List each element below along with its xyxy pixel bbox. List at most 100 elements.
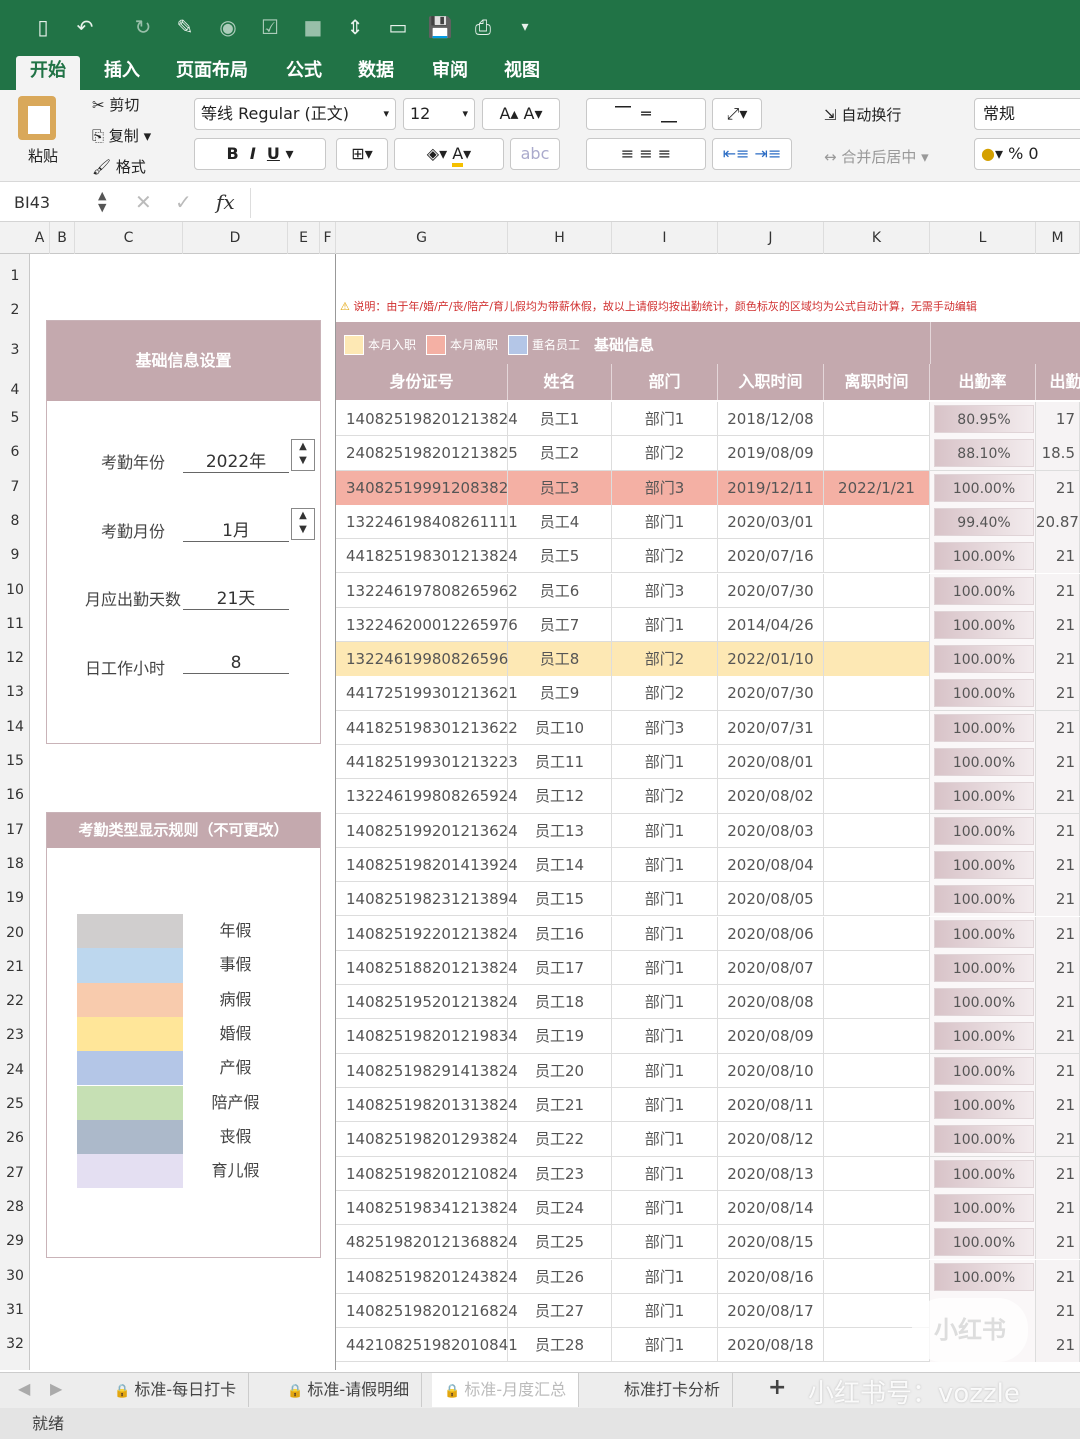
table-row[interactable]: 140825198291413824员工20部门12020/08/10100.0… xyxy=(336,1054,1080,1088)
attendance-rate-cell[interactable]: 99.40% xyxy=(934,508,1034,536)
id-cell[interactable]: 132246197808265962 xyxy=(336,574,508,608)
merge-center-button[interactable]: ↔ 合并后居中 ▾ xyxy=(824,146,929,167)
attendance-rate-cell[interactable]: 100.00% xyxy=(934,1160,1034,1188)
row-header[interactable]: 7 xyxy=(0,479,30,495)
box-icon[interactable]: ■ xyxy=(300,14,326,40)
id-cell[interactable]: 240825198201213825 xyxy=(336,436,508,470)
row-header[interactable]: 10 xyxy=(0,582,30,598)
row-header[interactable]: 32 xyxy=(0,1336,30,1352)
row-header[interactable]: 27 xyxy=(0,1165,30,1181)
id-cell[interactable]: 140825198201413924 xyxy=(336,848,508,882)
attendance-rate-cell[interactable]: 100.00% xyxy=(934,474,1034,502)
name-cell[interactable]: 员工21 xyxy=(508,1088,612,1122)
name-cell[interactable]: 员工11 xyxy=(508,745,612,779)
sheet-tab[interactable]: 🔒 标准-月度汇总 xyxy=(432,1373,579,1407)
ribbon-tab[interactable]: 插入 xyxy=(90,56,154,90)
font-grow-shrink-buttons[interactable]: A▴ A▾ xyxy=(482,98,560,130)
ribbon-tab[interactable]: 数据 xyxy=(344,56,408,90)
table-row[interactable]: 482519820121368824员工25部门12020/08/15100.0… xyxy=(336,1225,1080,1259)
attendance-days-cell[interactable]: 21 xyxy=(1036,711,1080,745)
name-cell[interactable]: 员工6 xyxy=(508,574,612,608)
year-field[interactable]: 2022年 xyxy=(183,447,289,473)
attendance-rate-cell[interactable]: 100.00% xyxy=(934,885,1034,913)
hire-date-cell[interactable]: 2020/08/13 xyxy=(718,1157,824,1191)
print-icon[interactable]: ⎙ xyxy=(470,14,496,40)
row-header[interactable]: 1 xyxy=(0,268,30,284)
leave-date-cell[interactable] xyxy=(824,1225,930,1259)
paste-label[interactable]: 粘贴 xyxy=(28,145,58,166)
table-row[interactable]: 441725199301213621员工9部门22020/07/30100.00… xyxy=(336,676,1080,710)
row-header[interactable]: 30 xyxy=(0,1268,30,1284)
attendance-days-cell[interactable]: 21 xyxy=(1036,1088,1080,1122)
attendance-days-cell[interactable]: 21 xyxy=(1036,676,1080,710)
attendance-days-cell[interactable]: 21 xyxy=(1036,951,1080,985)
attendance-days-cell[interactable]: 21 xyxy=(1036,814,1080,848)
record-icon[interactable]: ◉ xyxy=(215,14,241,40)
leave-date-cell[interactable] xyxy=(824,1054,930,1088)
leave-date-cell[interactable] xyxy=(824,608,930,642)
attendance-days-cell[interactable]: 20.87 xyxy=(1036,505,1080,539)
name-box-stepper[interactable]: ▲▼ xyxy=(98,190,106,214)
leave-date-cell[interactable] xyxy=(824,1191,930,1225)
name-cell[interactable]: 员工16 xyxy=(508,917,612,951)
name-cell[interactable]: 员工4 xyxy=(508,505,612,539)
name-cell[interactable]: 员工8 xyxy=(508,642,612,676)
indent-buttons[interactable]: ⇤≡ ⇥≡ xyxy=(712,138,792,170)
column-header[interactable]: A xyxy=(30,222,50,254)
attendance-rate-cell[interactable]: 100.00% xyxy=(934,1228,1034,1256)
save-icon[interactable]: 💾 xyxy=(427,14,453,40)
ribbon-tab[interactable]: 公式 xyxy=(272,56,336,90)
hire-date-cell[interactable]: 2020/07/16 xyxy=(718,539,824,573)
sidebar-toggle-icon[interactable]: ▯ xyxy=(30,14,56,40)
dept-cell[interactable]: 部门1 xyxy=(612,1122,718,1156)
name-cell[interactable]: 员工5 xyxy=(508,539,612,573)
daily-hours-field[interactable]: 8 xyxy=(183,653,289,674)
leave-date-cell[interactable] xyxy=(824,1019,930,1053)
id-cell[interactable]: 140825199201213624 xyxy=(336,814,508,848)
leave-date-cell[interactable]: 2022/1/21 xyxy=(824,471,930,505)
attendance-rate-cell[interactable]: 100.00% xyxy=(934,611,1034,639)
column-header[interactable]: F xyxy=(320,222,336,254)
name-cell[interactable]: 员工10 xyxy=(508,711,612,745)
attendance-days-cell[interactable]: 21 xyxy=(1036,1019,1080,1053)
undo-icon[interactable]: ↶ xyxy=(72,14,98,40)
hire-date-cell[interactable]: 2020/08/04 xyxy=(718,848,824,882)
hire-date-cell[interactable]: 2020/07/31 xyxy=(718,711,824,745)
leave-date-cell[interactable] xyxy=(824,745,930,779)
leave-date-cell[interactable] xyxy=(824,985,930,1019)
hire-date-cell[interactable]: 2020/07/30 xyxy=(718,574,824,608)
sheet-tab[interactable]: 🔒 标准-请假明细 xyxy=(275,1373,422,1407)
edit-icon[interactable]: ✎ xyxy=(172,14,198,40)
column-header[interactable]: H xyxy=(508,222,612,254)
font-size-select[interactable]: 12▾ xyxy=(403,98,475,130)
table-row[interactable]: 140825188201213824员工17部门12020/08/07100.0… xyxy=(336,951,1080,985)
name-cell[interactable]: 员工20 xyxy=(508,1054,612,1088)
column-header[interactable]: J xyxy=(718,222,824,254)
hire-date-cell[interactable]: 2020/08/17 xyxy=(718,1294,824,1328)
sheet-tab[interactable]: 🔒 标准-每日打卡 xyxy=(102,1373,249,1407)
row-header[interactable]: 8 xyxy=(0,513,30,529)
id-cell[interactable]: 340825199912083824 xyxy=(336,471,508,505)
name-cell[interactable]: 员工2 xyxy=(508,436,612,470)
format-painter-button[interactable]: 🖌 格式 xyxy=(92,156,146,177)
formula-input[interactable] xyxy=(250,188,1070,218)
name-cell[interactable]: 员工14 xyxy=(508,848,612,882)
leave-date-cell[interactable] xyxy=(824,539,930,573)
id-cell[interactable]: 140825198201293824 xyxy=(336,1122,508,1156)
id-cell[interactable]: 140825198201210824 xyxy=(336,1157,508,1191)
row-header[interactable]: 17 xyxy=(0,822,30,838)
row-header[interactable]: 16 xyxy=(0,787,30,803)
row-header[interactable]: 4 xyxy=(0,382,30,398)
id-cell[interactable]: 140825198201313824 xyxy=(336,1088,508,1122)
number-format-select[interactable]: 常规 xyxy=(974,98,1080,130)
row-header[interactable]: 23 xyxy=(0,1027,30,1043)
name-cell[interactable]: 员工26 xyxy=(508,1260,612,1294)
hire-date-cell[interactable]: 2020/08/01 xyxy=(718,745,824,779)
column-header[interactable]: D xyxy=(183,222,288,254)
table-row[interactable]: 240825198201213825员工2部门22019/08/0988.10%… xyxy=(336,436,1080,470)
table-row[interactable]: 132246199808265924员工12部门22020/08/02100.0… xyxy=(336,779,1080,813)
sheet-tab[interactable]: 标准打卡分析 xyxy=(612,1373,733,1407)
hire-date-cell[interactable]: 2020/08/16 xyxy=(718,1260,824,1294)
dept-cell[interactable]: 部门1 xyxy=(612,402,718,436)
leave-date-cell[interactable] xyxy=(824,1157,930,1191)
